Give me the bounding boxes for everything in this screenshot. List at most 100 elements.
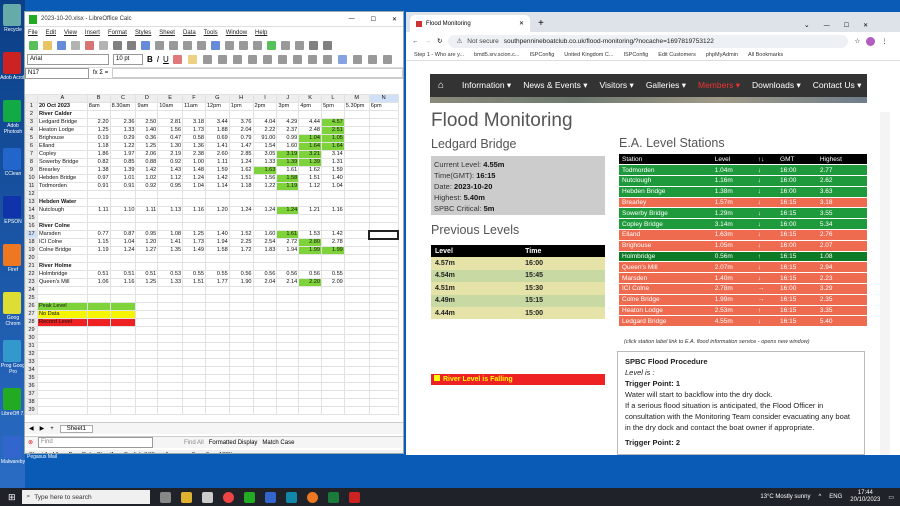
cell[interactable]: 0.55 [204, 270, 230, 279]
cell[interactable]: 1.53 [298, 230, 322, 239]
format-icon[interactable] [172, 55, 182, 64]
cell[interactable] [36, 294, 88, 303]
cell[interactable] [36, 398, 88, 407]
task-view-icon[interactable] [159, 491, 171, 503]
cell[interactable]: 2pm [252, 102, 278, 111]
cell[interactable] [182, 374, 206, 383]
cell[interactable]: 1.59 [321, 166, 345, 175]
cell[interactable]: Record Level [36, 318, 88, 327]
firefox-icon[interactable] [306, 491, 318, 503]
cell[interactable]: 1.99 [298, 246, 322, 255]
cell[interactable]: 1.58 [276, 174, 300, 183]
cell[interactable]: 0.77 [86, 230, 111, 239]
clock[interactable]: 17:44 20/10/2023 [850, 490, 880, 504]
desktop-icon[interactable] [3, 196, 21, 218]
taskbar-search[interactable]: ⌕ Type here to search [21, 490, 150, 504]
ea-station-link[interactable]: Holmbridge [619, 251, 712, 263]
cell[interactable] [157, 222, 184, 231]
cell[interactable]: 1.59 [204, 166, 230, 175]
cell[interactable]: 1.47 [228, 142, 254, 151]
pegasus-label[interactable]: Pegasus Mail [27, 454, 57, 460]
desktop-icon[interactable] [3, 244, 21, 266]
star-icon[interactable]: ☆ [854, 37, 860, 45]
cell[interactable] [298, 214, 322, 223]
cell[interactable] [343, 166, 370, 175]
cell[interactable] [276, 366, 300, 375]
cell[interactable]: No Data [36, 310, 88, 319]
cell[interactable] [368, 326, 399, 335]
cell[interactable]: 1.11 [86, 206, 111, 215]
cell[interactable]: 1.88 [204, 126, 230, 135]
cell[interactable] [343, 390, 370, 399]
cell[interactable] [109, 406, 137, 415]
cell[interactable]: 1.52 [228, 230, 254, 239]
cell[interactable] [157, 294, 184, 303]
cell[interactable] [343, 358, 370, 367]
cell[interactable]: 1.18 [228, 182, 254, 191]
cell[interactable]: 4.44 [298, 118, 322, 127]
cell[interactable] [343, 150, 370, 159]
cell[interactable] [157, 262, 184, 271]
cell[interactable]: 1.94 [204, 238, 230, 247]
cell[interactable] [157, 254, 184, 263]
toolbar-icon[interactable] [225, 41, 234, 50]
cell[interactable] [36, 190, 88, 199]
cell[interactable] [36, 406, 88, 415]
cell[interactable]: 1.06 [86, 278, 111, 287]
cell[interactable] [343, 118, 370, 127]
cell[interactable] [204, 294, 230, 303]
format-icon[interactable] [382, 55, 392, 64]
cell[interactable] [182, 334, 206, 343]
cell[interactable]: 0.29 [109, 134, 137, 143]
cell[interactable] [135, 190, 159, 199]
cell[interactable] [321, 310, 345, 319]
cell[interactable] [157, 406, 184, 415]
cell[interactable]: Todmorden [36, 182, 88, 191]
cell[interactable]: 0.91 [86, 182, 111, 191]
cell[interactable] [321, 222, 345, 231]
cell[interactable] [368, 158, 399, 167]
cell[interactable] [109, 374, 137, 383]
cell[interactable] [36, 358, 88, 367]
cell[interactable]: River Colne [36, 222, 88, 231]
cell[interactable]: 1.99 [321, 246, 345, 255]
cell[interactable]: 1.22 [109, 142, 137, 151]
cell[interactable] [252, 214, 278, 223]
format-icon[interactable] [337, 55, 347, 64]
cell[interactable] [321, 326, 345, 335]
cell[interactable]: 1.24 [252, 206, 278, 215]
reload-icon[interactable]: ↻ [437, 37, 442, 45]
bookmark-item[interactable]: phpMyAdmin [706, 52, 738, 58]
cell[interactable]: 1.73 [182, 126, 206, 135]
cell[interactable]: 0.85 [109, 158, 137, 167]
cell[interactable] [204, 110, 230, 119]
cell[interactable] [204, 222, 230, 231]
cell[interactable] [204, 318, 230, 327]
cell[interactable]: 1.94 [276, 246, 300, 255]
chrome-tab[interactable]: Flood Monitoring ✕ [410, 15, 530, 32]
cell[interactable]: 1.15 [86, 238, 111, 247]
cell[interactable] [298, 358, 322, 367]
cell[interactable]: 0.19 [86, 134, 111, 143]
cell[interactable] [368, 310, 399, 319]
cell[interactable]: 1.05 [321, 134, 345, 143]
cell[interactable]: 0.56 [276, 270, 300, 279]
toolbar-icon[interactable] [183, 41, 192, 50]
cell[interactable]: 1.12 [157, 174, 184, 183]
cell[interactable]: 0.56 [228, 270, 254, 279]
cell[interactable] [368, 254, 399, 263]
cell[interactable]: Hebden Bridge [36, 174, 88, 183]
cell[interactable] [343, 326, 370, 335]
cell[interactable]: 2.14 [276, 278, 300, 287]
toolbar-icon[interactable] [57, 41, 66, 50]
tray-arrow-icon[interactable]: ^ [818, 494, 821, 500]
cell[interactable] [321, 318, 345, 327]
cell[interactable] [298, 254, 322, 263]
minimize-icon[interactable]: — [349, 16, 355, 22]
cell[interactable]: 12pm [204, 102, 230, 111]
cell[interactable]: Queen's Mill [36, 278, 88, 287]
ea-station-link[interactable]: Hebden Bridge [619, 186, 712, 198]
cell[interactable] [182, 382, 206, 391]
name-box[interactable]: N17 [25, 67, 89, 79]
cell[interactable] [321, 390, 345, 399]
